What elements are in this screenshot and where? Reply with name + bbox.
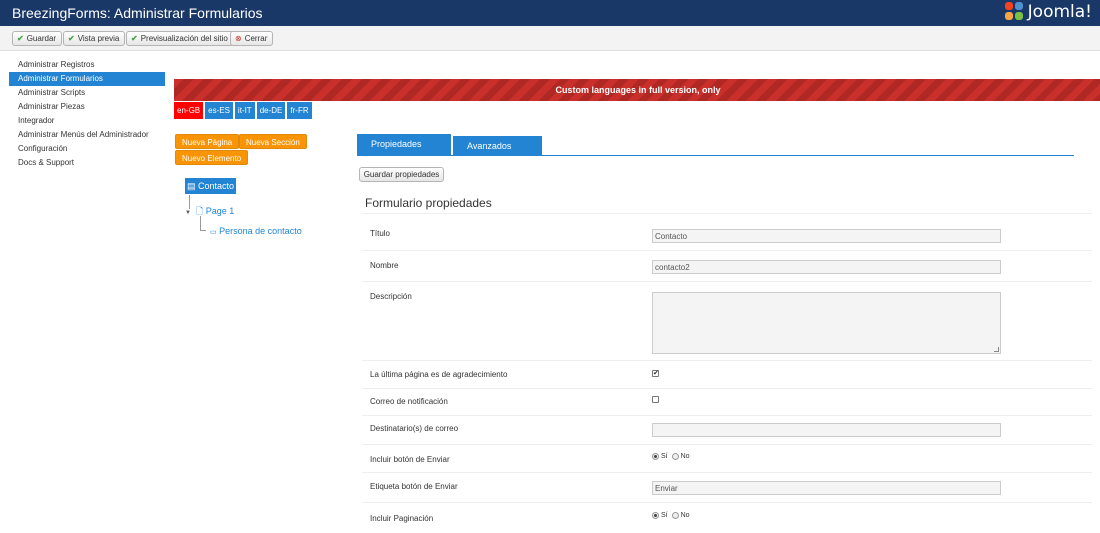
joomla-logo-icon	[1004, 2, 1025, 22]
language-tabs: en-GB es-ES it-IT de-DE fr-FR	[174, 102, 312, 119]
sidebar-item-configuracion[interactable]: Configuración	[9, 142, 165, 156]
lang-tab-de-de[interactable]: de-DE	[256, 102, 286, 119]
include-submit-label: Incluir botón de Enviar	[370, 455, 450, 464]
divider	[362, 360, 1092, 361]
last-page-thanks-checkbox[interactable]: ✔	[652, 370, 659, 377]
divider	[362, 250, 1092, 251]
save-properties-button[interactable]: Guardar propiedades	[359, 167, 444, 182]
sidebar-item-registros[interactable]: Administrar Registros	[9, 58, 165, 72]
description-textarea[interactable]	[652, 292, 1001, 354]
collapse-arrow-icon: ▼	[185, 210, 191, 216]
tree-root-form[interactable]: ▤ Contacto	[185, 178, 236, 194]
form-properties-heading: Formulario propiedades	[365, 196, 492, 210]
name-input[interactable]	[652, 260, 1001, 274]
lang-tab-en-gb[interactable]: en-GB	[174, 102, 204, 119]
include-submit-radios: Sí No	[652, 453, 690, 460]
divider	[362, 281, 1092, 282]
lang-tab-fr-fr[interactable]: fr-FR	[287, 102, 312, 119]
divider	[362, 502, 1092, 503]
sidebar-item-menus[interactable]: Administrar Menús del Administrador	[9, 128, 165, 142]
divider	[362, 213, 1092, 214]
include-submit-yes-radio[interactable]	[652, 453, 659, 460]
check-icon: ✔	[131, 34, 138, 43]
last-page-thanks-label: La última página es de agradecimiento	[370, 370, 508, 379]
mail-recipients-input[interactable]	[652, 423, 1001, 437]
divider	[362, 388, 1092, 389]
tree-element-node[interactable]: ▭ Persona de contacto	[210, 226, 302, 236]
include-pagination-no-radio[interactable]	[671, 512, 679, 519]
form-icon: ▤	[187, 181, 196, 191]
toolbar: ✔ Guardar ✔ Vista previa ✔ Previsualización…	[0, 26, 1100, 51]
check-icon: ✔	[17, 34, 24, 43]
admin-header: BreezingForms: Administrar Formularios J…	[0, 0, 1100, 26]
name-label: Nombre	[370, 261, 399, 270]
full-version-banner: Custom languages in full version, only	[174, 79, 1100, 101]
preview-button[interactable]: ✔ Vista previa	[63, 31, 126, 46]
close-button[interactable]: ⊗ Cerrar	[230, 31, 274, 46]
page-title: BreezingForms: Administrar Formularios	[12, 5, 263, 21]
tab-propiedades[interactable]: Propiedades	[357, 134, 451, 156]
new-section-button[interactable]: Nueva Sección	[239, 134, 307, 149]
tree-connector	[200, 216, 206, 231]
divider	[362, 415, 1092, 416]
page-icon: 🗋	[195, 206, 204, 216]
tree-page-node[interactable]: ▼ 🗋 Page 1	[185, 204, 234, 220]
sidebar-item-scripts[interactable]: Administrar Scripts	[9, 86, 165, 100]
lang-tab-es-es[interactable]: es-ES	[205, 102, 233, 119]
notification-mail-label: Correo de notificación	[370, 397, 448, 406]
new-element-button[interactable]: Nuevo Elemento	[175, 150, 249, 165]
include-pagination-yes-radio[interactable]	[652, 512, 659, 519]
text-field-icon: ▭	[210, 229, 217, 236]
close-circle-icon: ⊗	[235, 34, 242, 43]
properties-tabs: Propiedades Avanzados	[357, 134, 1074, 156]
new-page-button[interactable]: Nueva Página	[175, 134, 240, 149]
include-submit-no-radio[interactable]	[671, 453, 679, 460]
sidebar-nav: Administrar Registros Administrar Formul…	[9, 58, 165, 170]
divider	[362, 472, 1092, 473]
lang-tab-it-it[interactable]: it-IT	[234, 102, 255, 119]
sidebar-item-integrador[interactable]: Integrador	[9, 114, 165, 128]
title-label: Título	[370, 229, 391, 238]
sidebar-item-piezas[interactable]: Administrar Piezas	[9, 100, 165, 114]
save-button[interactable]: ✔ Guardar	[12, 31, 63, 46]
notification-mail-checkbox[interactable]	[652, 396, 659, 403]
title-input[interactable]	[652, 229, 1001, 243]
include-pagination-radios: Sí No	[652, 512, 690, 519]
include-pagination-label: Incluir Paginación	[370, 514, 434, 523]
submit-label-input[interactable]	[652, 481, 1001, 495]
submit-label-label: Etiqueta botón de Enviar	[370, 482, 458, 491]
sidebar-item-formularios[interactable]: Administrar Formularios	[9, 72, 165, 86]
joomla-logo[interactable]: Joomla!	[1004, 2, 1092, 22]
mail-recipients-label: Destinatario(s) de correo	[370, 424, 459, 433]
joomla-logo-text: Joomla!	[1027, 2, 1092, 22]
divider	[362, 444, 1092, 445]
description-label: Descripción	[370, 292, 412, 301]
resize-grip-icon[interactable]	[994, 347, 999, 352]
tab-avanzados[interactable]: Avanzados	[453, 136, 542, 156]
sidebar-item-docs[interactable]: Docs & Support	[9, 156, 165, 170]
site-preview-button[interactable]: ✔ Previsualización del sitio	[126, 31, 234, 46]
check-icon: ✔	[68, 34, 75, 43]
